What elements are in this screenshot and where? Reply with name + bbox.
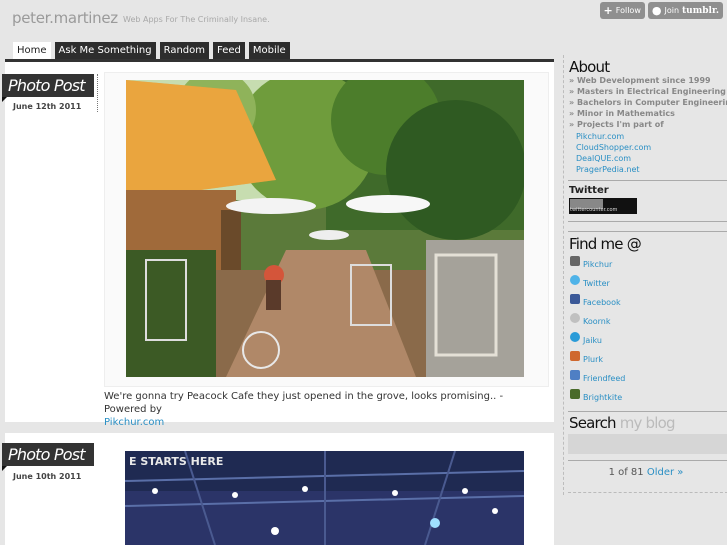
post-photo[interactable]	[126, 80, 524, 377]
find-link-label: Twitter	[583, 279, 610, 288]
jaiku-icon	[570, 332, 580, 342]
cafe-garden-photo	[126, 80, 524, 377]
caption-link[interactable]: Pikchur.com	[104, 417, 164, 428]
sidebar-divider	[568, 180, 727, 181]
find-link-plurk[interactable]: Plurk	[570, 351, 604, 364]
about-item: » Masters in Electrical Engineering	[569, 87, 726, 96]
find-link-label: Jaiku	[583, 336, 602, 345]
indoor-market-photo: E STARTS HERE	[125, 451, 524, 545]
find-link-brightkite[interactable]: Brightkite	[570, 389, 623, 402]
camera-icon	[570, 256, 580, 266]
about-heading: About	[569, 58, 610, 76]
twitter-bird-icon	[570, 275, 580, 285]
sidebar-divider	[568, 411, 727, 412]
find-link-facebook[interactable]: Facebook	[570, 294, 621, 307]
photo-post: Photo Post June 10th 2011 E STARTS HERE	[2, 433, 554, 545]
project-link-pragerpedia[interactable]: PragerPedia.net	[576, 165, 640, 174]
nav-tab-ask[interactable]: Ask Me Something	[54, 42, 156, 59]
find-link-label: Plurk	[583, 355, 604, 364]
follow-label: Follow	[615, 6, 641, 15]
about-item: » Projects I'm part of	[569, 120, 664, 129]
post-photo[interactable]: E STARTS HERE	[125, 451, 524, 545]
caption-text: We're gonna try Peacock Cafe they just o…	[104, 391, 504, 415]
photo-post: Photo Post June 12th 2011 We're gonna tr…	[2, 62, 554, 428]
plus-icon: +	[603, 4, 613, 17]
find-link-jaiku[interactable]: Jaiku	[570, 332, 602, 345]
twitter-heading: Twitter	[569, 185, 609, 196]
older-posts-link[interactable]: Older »	[647, 467, 684, 478]
sidebar-divider	[568, 221, 727, 222]
find-link-pikchur[interactable]: Pikchur	[570, 256, 613, 269]
nav-tab-random[interactable]: Random	[159, 42, 209, 59]
twitter-counter-text: twittercounter.com	[570, 207, 618, 213]
project-link-cloudshopper[interactable]: CloudShopper.com	[576, 143, 651, 152]
about-item: » Web Development since 1999	[569, 76, 711, 85]
nav-tab-home[interactable]: Home	[13, 42, 51, 59]
photo-frame	[104, 72, 549, 387]
plurk-icon	[570, 351, 580, 361]
pagination: 1 of 81 Older »	[564, 467, 727, 478]
find-link-label: Pikchur	[583, 260, 613, 269]
post-caption: We're gonna try Peacock Cafe they just o…	[104, 390, 534, 429]
post-type-label: Photo Post	[2, 443, 94, 471]
tumblr-brand-label: tumblr.	[682, 5, 719, 16]
twitter-counter-badge[interactable]: twittercounter.com	[569, 198, 637, 214]
sidebar: About » Web Development since 1999 » Mas…	[563, 55, 727, 495]
nav-tab-feed[interactable]: Feed	[213, 42, 245, 59]
main-nav: Home Ask Me Something Random Feed Mobile	[13, 42, 290, 59]
about-item: » Minor in Mathematics	[569, 109, 675, 118]
find-link-koornk[interactable]: Koornk	[570, 313, 611, 326]
site-tagline: Web Apps For The Criminally Insane.	[123, 15, 270, 24]
join-tumblr-button[interactable]: ● Join tumblr.	[647, 2, 723, 19]
search-heading-muted: my blog	[619, 414, 676, 432]
project-link-pikchur[interactable]: Pikchur.com	[576, 132, 624, 141]
find-me-heading: Find me @	[569, 235, 642, 253]
brightkite-icon	[570, 389, 580, 399]
search-input[interactable]	[568, 434, 727, 454]
follow-button[interactable]: + Follow	[599, 2, 645, 19]
find-link-label: Friendfeed	[583, 374, 626, 383]
sidebar-divider	[568, 231, 727, 232]
post-type-label: Photo Post	[2, 74, 94, 102]
pagination-status: 1 of 81	[608, 467, 644, 478]
sidebar-divider	[568, 492, 727, 493]
find-link-label: Brightkite	[583, 393, 623, 402]
search-heading-text: Search	[569, 414, 617, 432]
about-item: » Bachelors in Computer Engineering	[569, 98, 727, 107]
post-date[interactable]: June 12th 2011	[13, 102, 81, 111]
find-link-label: Facebook	[583, 298, 621, 307]
facebook-icon	[570, 294, 580, 304]
find-link-twitter[interactable]: Twitter	[570, 275, 610, 288]
nav-tab-mobile[interactable]: Mobile	[248, 42, 290, 59]
friendfeed-icon	[570, 370, 580, 380]
site-title[interactable]: peter.martinez	[12, 9, 118, 27]
photo-sign-text: E STARTS HERE	[129, 455, 223, 468]
join-label: Join	[664, 6, 680, 15]
koornk-icon	[570, 313, 580, 323]
post-date[interactable]: June 10th 2011	[13, 472, 81, 481]
tumblr-controls: + Follow ● Join tumblr.	[599, 2, 723, 19]
user-icon: ●	[651, 4, 662, 17]
search-heading: Search my blog	[569, 414, 676, 432]
find-link-label: Koornk	[583, 317, 611, 326]
project-link-dealque[interactable]: DealQUE.com	[576, 154, 631, 163]
sidebar-divider	[568, 460, 727, 461]
post-divider	[97, 74, 98, 112]
find-link-friendfeed[interactable]: Friendfeed	[570, 370, 626, 383]
